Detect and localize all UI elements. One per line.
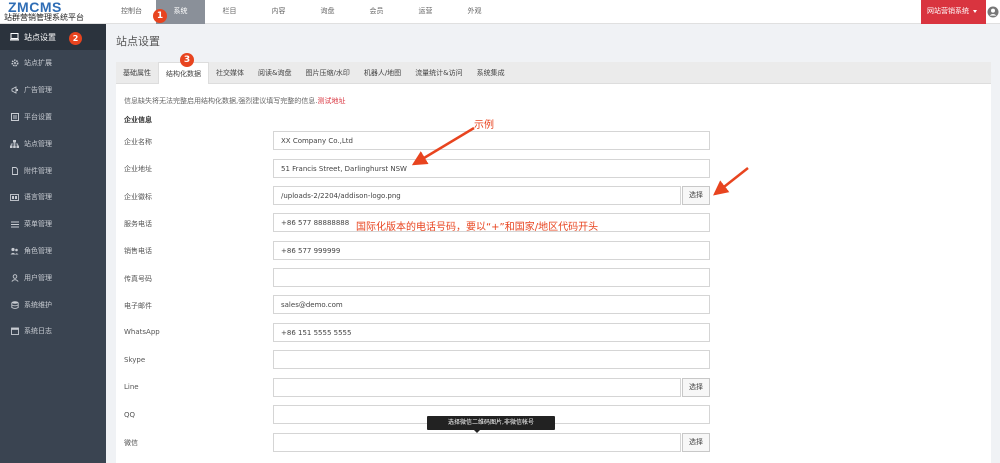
site-button-label: 网站营销系统 — [927, 7, 969, 15]
logo-text: ZMCMS — [8, 0, 62, 15]
line-select-button[interactable]: 选择 — [682, 378, 710, 397]
nav-item-inquiry[interactable]: 询盘 — [303, 0, 352, 24]
sidebar-item-menus[interactable]: 菜单管理 — [0, 211, 106, 238]
sidebar-item-label: 平台设置 — [24, 112, 52, 121]
sidebar-item-label: 用户管理 — [24, 273, 52, 282]
fax-label: 传真号码 — [124, 275, 152, 283]
wechat-input[interactable] — [273, 433, 681, 452]
sidebar-item-label: 菜单管理 — [24, 220, 52, 229]
whatsapp-label: WhatsApp — [124, 328, 160, 336]
user-icon — [10, 273, 19, 282]
sidebar-item-label: 语言管理 — [24, 193, 52, 202]
menu-icon — [10, 220, 19, 229]
calendar-icon — [10, 327, 19, 336]
skype-input[interactable] — [273, 350, 710, 369]
sidebar-item-languages[interactable]: 语言管理 — [0, 184, 106, 211]
user-avatar-icon[interactable] — [987, 6, 999, 18]
sidebar-item-sites[interactable]: 站点管理 — [0, 130, 106, 157]
info-notice: 信息缺失将无法完整启用结构化数据,强烈建议填写完整的信息.测试地址 — [124, 96, 345, 106]
page-title: 站点设置 — [116, 35, 160, 48]
tab-reading-inquiry[interactable]: 阅读&询盘 — [251, 62, 298, 84]
logo-subtitle: 站群营销管理系统平台 — [4, 13, 84, 22]
top-bar: ZMCMS 站群营销管理系统平台 控制台 系统 栏目 内容 询盘 会员 运营 外… — [0, 0, 1000, 24]
tab-robots-sitemap[interactable]: 机器人/地图 — [357, 62, 408, 84]
site-marketing-button[interactable]: 网站营销系统 — [921, 0, 986, 24]
sitemap-icon — [10, 139, 19, 148]
company-name-input[interactable] — [273, 131, 710, 150]
sidebar-item-attachments[interactable]: 附件管理 — [0, 157, 106, 184]
company-address-input[interactable] — [273, 159, 710, 178]
annotation-example: 示例 — [474, 120, 494, 131]
tooltip-arrow — [474, 430, 480, 433]
tab-system-integration[interactable]: 系统集成 — [470, 62, 512, 84]
nav-item-operations[interactable]: 运营 — [401, 0, 450, 24]
company-logo-input[interactable] — [273, 186, 681, 205]
sidebar-item-site-settings[interactable]: 站点设置 2 — [0, 24, 106, 50]
database-icon — [10, 300, 19, 309]
nav-item-members[interactable]: 会员 — [352, 0, 401, 24]
notice-text: 信息缺失将无法完整启用结构化数据,强烈建议填写完整的信息. — [124, 97, 318, 105]
sidebar-item-users[interactable]: 用户管理 — [0, 264, 106, 291]
fax-input[interactable] — [273, 268, 710, 287]
company-name-label: 企业名称 — [124, 138, 152, 146]
qq-label: QQ — [124, 411, 136, 419]
language-icon — [10, 193, 19, 202]
logo-select-button[interactable]: 选择 — [682, 186, 710, 205]
sidebar-item-platform[interactable]: 平台设置 — [0, 104, 106, 131]
company-logo-label: 企业徽标 — [124, 193, 152, 201]
tab-traffic-stats[interactable]: 流量统计&访问 — [408, 62, 469, 84]
sidebar-item-label: 站点设置 — [24, 32, 56, 42]
caret-down-icon — [973, 9, 977, 13]
line-label: Line — [124, 383, 139, 391]
step-badge-3: 3 — [180, 53, 194, 67]
laptop-icon — [10, 33, 19, 42]
sidebar-item-ads[interactable]: 广告管理 — [0, 77, 106, 104]
sales-phone-label: 销售电话 — [124, 247, 152, 255]
settings-tabs: 基础属性 结构化数据 社交媒体 阅读&询盘 图片压缩/水印 机器人/地图 流量统… — [116, 62, 991, 85]
file-icon — [10, 166, 19, 175]
step-badge-2: 2 — [69, 32, 82, 45]
nav-item-dashboard[interactable]: 控制台 — [107, 0, 156, 24]
whatsapp-input[interactable] — [273, 323, 710, 342]
skype-label: Skype — [124, 356, 146, 364]
sidebar-item-roles[interactable]: 角色管理 — [0, 238, 106, 265]
test-url-link[interactable]: 测试地址 — [317, 97, 345, 105]
company-address-label: 企业地址 — [124, 165, 152, 173]
sidebar: 站点设置 2 站点扩展 广告管理 平台设置 站点管理 附件管理 语言管理 菜单管… — [0, 24, 106, 463]
sales-phone-input[interactable] — [273, 241, 710, 260]
step-badge-1: 1 — [153, 9, 167, 23]
wechat-select-button[interactable]: 选择 — [682, 433, 710, 452]
wechat-tooltip: 选择微信二维码图片,非微信帐号 — [427, 416, 555, 430]
gear-icon — [10, 59, 19, 68]
wechat-label: 微信 — [124, 439, 138, 447]
megaphone-icon — [10, 86, 19, 95]
sidebar-item-label: 站点管理 — [24, 139, 52, 148]
tab-image-compress-watermark[interactable]: 图片压缩/水印 — [298, 62, 356, 84]
tab-basic-attributes[interactable]: 基础属性 — [116, 62, 158, 84]
nav-item-appearance[interactable]: 外观 — [450, 0, 499, 24]
email-input[interactable] — [273, 295, 710, 314]
structured-data-panel: 信息缺失将无法完整启用结构化数据,强烈建议填写完整的信息.测试地址 企业信息 企… — [116, 84, 991, 463]
sidebar-item-label: 广告管理 — [24, 86, 52, 95]
section-title-company-info: 企业信息 — [124, 116, 152, 124]
logo[interactable]: ZMCMS 站群营销管理系统平台 — [2, 0, 106, 24]
sidebar-item-label: 系统维护 — [24, 300, 52, 309]
email-label: 电子邮件 — [124, 302, 152, 310]
sidebar-item-label: 角色管理 — [24, 246, 52, 255]
sidebar-item-label: 系统日志 — [24, 327, 52, 336]
nav-item-columns[interactable]: 栏目 — [205, 0, 254, 24]
sidebar-item-label: 附件管理 — [24, 166, 52, 175]
annotation-phone-note: 国际化版本的电话号码，要以“+”和国家/地区代码开头 — [356, 222, 599, 233]
sidebar-item-site-extension[interactable]: 站点扩展 — [0, 50, 106, 77]
sidebar-item-maintenance[interactable]: 系统维护 — [0, 291, 106, 318]
nav-item-content[interactable]: 内容 — [254, 0, 303, 24]
list-icon — [10, 112, 19, 121]
tab-social-media[interactable]: 社交媒体 — [209, 62, 251, 84]
sidebar-item-label: 站点扩展 — [24, 59, 52, 68]
users-icon — [10, 246, 19, 255]
service-phone-label: 服务电话 — [124, 220, 152, 228]
sidebar-item-logs[interactable]: 系统日志 — [0, 318, 106, 345]
line-input[interactable] — [273, 378, 681, 397]
